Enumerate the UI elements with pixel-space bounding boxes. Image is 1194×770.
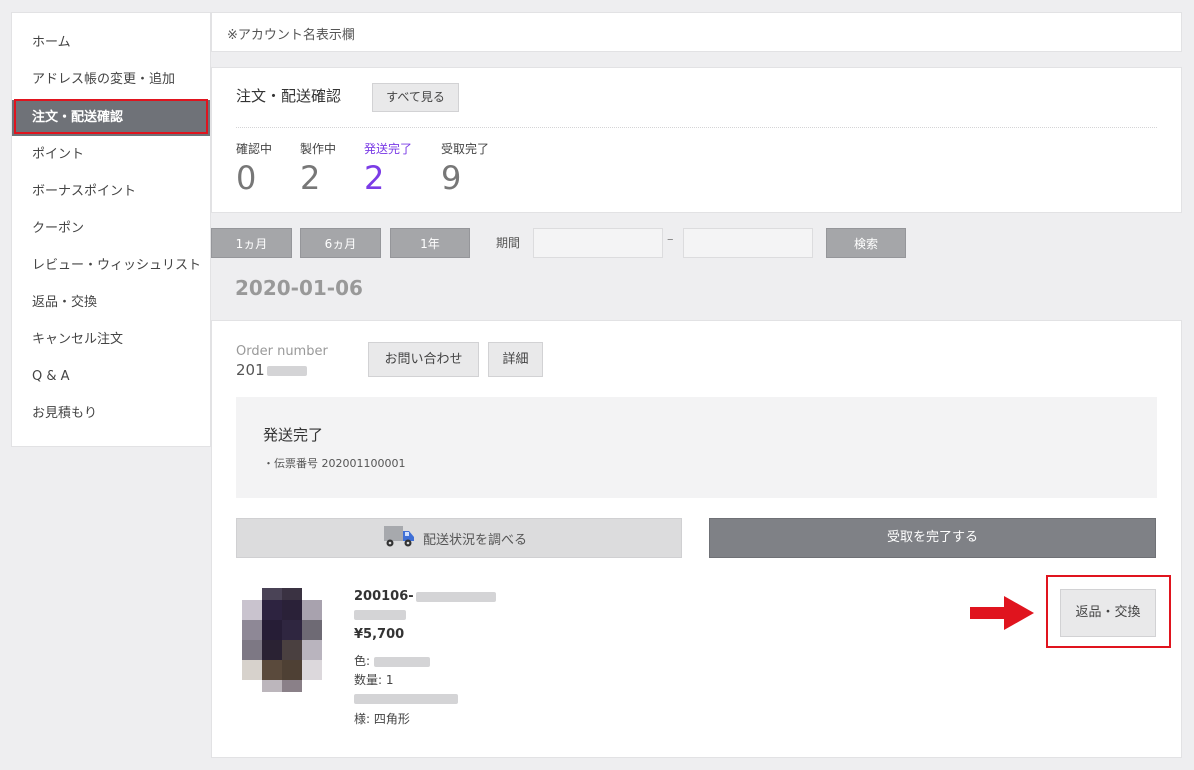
shipping-status-title: 発送完了 xyxy=(263,426,324,444)
tracking-number: ・伝票番号 202001100001 xyxy=(263,457,406,470)
product-color: 色: xyxy=(354,652,431,669)
sidebar-item-returns[interactable]: 返品・交換 xyxy=(12,285,210,321)
order-date-heading: 2020-01-06 xyxy=(235,276,363,300)
detail-button[interactable]: 詳細 xyxy=(488,342,543,377)
sidebar-item-orders[interactable]: 注文・配送確認 xyxy=(12,100,210,136)
sidebar-item-bonus-points[interactable]: ボーナスポイント xyxy=(12,174,210,210)
arrow-right-icon xyxy=(970,596,1034,634)
complete-receipt-button[interactable]: 受取を完了する xyxy=(709,518,1156,558)
sidebar-item-qa[interactable]: Q & A xyxy=(12,359,210,395)
stat-value: 2 xyxy=(364,159,385,197)
stat-value: 2 xyxy=(300,159,321,197)
track-shipment-label: 配送状況を調べる xyxy=(423,532,528,548)
see-all-button[interactable]: すべて見る xyxy=(372,83,459,112)
stat-label: 製作中 xyxy=(300,142,337,156)
stat-value: 9 xyxy=(441,159,462,197)
sidebar-item-cancelled-orders[interactable]: キャンセル注文 xyxy=(12,322,210,358)
stat-shipped[interactable]: 発送完了 2 xyxy=(364,140,412,197)
filter-1-year-button[interactable]: 1年 xyxy=(390,228,470,258)
product-quantity: 数量: 1 xyxy=(354,671,394,688)
product-code[interactable]: 200106- xyxy=(354,589,496,604)
sidebar-nav: ホーム アドレス帳の変更・追加 注文・配送確認 ポイント ボーナスポイント クー… xyxy=(11,12,211,447)
stat-confirming[interactable]: 確認中 0 xyxy=(236,140,272,197)
product-shape-value: 四角形 xyxy=(373,712,410,726)
product-code-redacted xyxy=(415,591,496,602)
search-button[interactable]: 検索 xyxy=(826,228,906,258)
summary-title: 注文・配送確認 xyxy=(236,87,342,105)
sidebar-item-address-book[interactable]: アドレス帳の変更・追加 xyxy=(12,62,210,98)
sidebar-item-quotes[interactable]: お見積もり xyxy=(12,396,210,432)
product-price: ¥5,700 xyxy=(354,627,405,642)
stat-label: 受取完了 xyxy=(441,142,490,156)
product-name-redacted xyxy=(354,607,406,621)
order-card: Order number 201 お問い合わせ 詳細 発送完了 ・伝票番号 20… xyxy=(211,320,1182,758)
account-name-bar: ※アカウント名表示欄 xyxy=(211,12,1182,52)
truck-icon xyxy=(383,523,415,553)
filter-6-months-button[interactable]: 6ヵ月 xyxy=(300,228,381,258)
sidebar-item-home[interactable]: ホーム xyxy=(12,25,210,61)
date-separator: – xyxy=(667,232,674,247)
product-quantity-value: 1 xyxy=(385,673,394,687)
inquiry-button[interactable]: お問い合わせ xyxy=(368,342,479,377)
track-shipment-button[interactable]: 配送状況を調べる xyxy=(236,518,682,558)
order-number-value: 201 xyxy=(236,361,307,379)
sidebar-item-points[interactable]: ポイント xyxy=(12,137,210,173)
period-label: 期間 xyxy=(496,236,521,250)
product-code-text: 200106- xyxy=(354,589,414,604)
summary-divider xyxy=(236,127,1157,128)
filter-1-month-button[interactable]: 1ヵ月 xyxy=(211,228,292,258)
product-shape-label: 様: xyxy=(354,712,371,726)
end-date-input[interactable] xyxy=(683,228,813,258)
account-name-label: ※アカウント名表示欄 xyxy=(227,28,355,43)
start-date-input[interactable] xyxy=(533,228,663,258)
stat-in-production[interactable]: 製作中 2 xyxy=(300,140,336,197)
product-quantity-label: 数量: xyxy=(354,673,383,687)
product-thumbnail[interactable] xyxy=(238,588,322,692)
stat-label: 発送完了 xyxy=(364,142,413,156)
stat-label: 確認中 xyxy=(236,142,273,156)
product-shape: 様: 四角形 xyxy=(354,710,410,727)
stat-received[interactable]: 受取完了 9 xyxy=(441,140,489,197)
product-color-redacted xyxy=(374,656,431,667)
order-number-text: 201 xyxy=(236,361,265,379)
shipping-status-box: 発送完了 ・伝票番号 202001100001 xyxy=(236,397,1157,498)
return-exchange-button[interactable]: 返品・交換 xyxy=(1060,589,1156,637)
product-size-redacted xyxy=(354,691,458,705)
sidebar-item-reviews-wishlist[interactable]: レビュー・ウィッシュリスト xyxy=(12,248,210,284)
order-number-redacted xyxy=(266,365,307,376)
order-summary-panel: 注文・配送確認 すべて見る 確認中 0 製作中 2 発送完了 2 受取完了 9 xyxy=(211,67,1182,213)
sidebar-item-coupons[interactable]: クーポン xyxy=(12,211,210,247)
product-color-label: 色: xyxy=(354,654,371,668)
order-number-label: Order number xyxy=(236,344,328,359)
stat-value: 0 xyxy=(236,159,257,197)
